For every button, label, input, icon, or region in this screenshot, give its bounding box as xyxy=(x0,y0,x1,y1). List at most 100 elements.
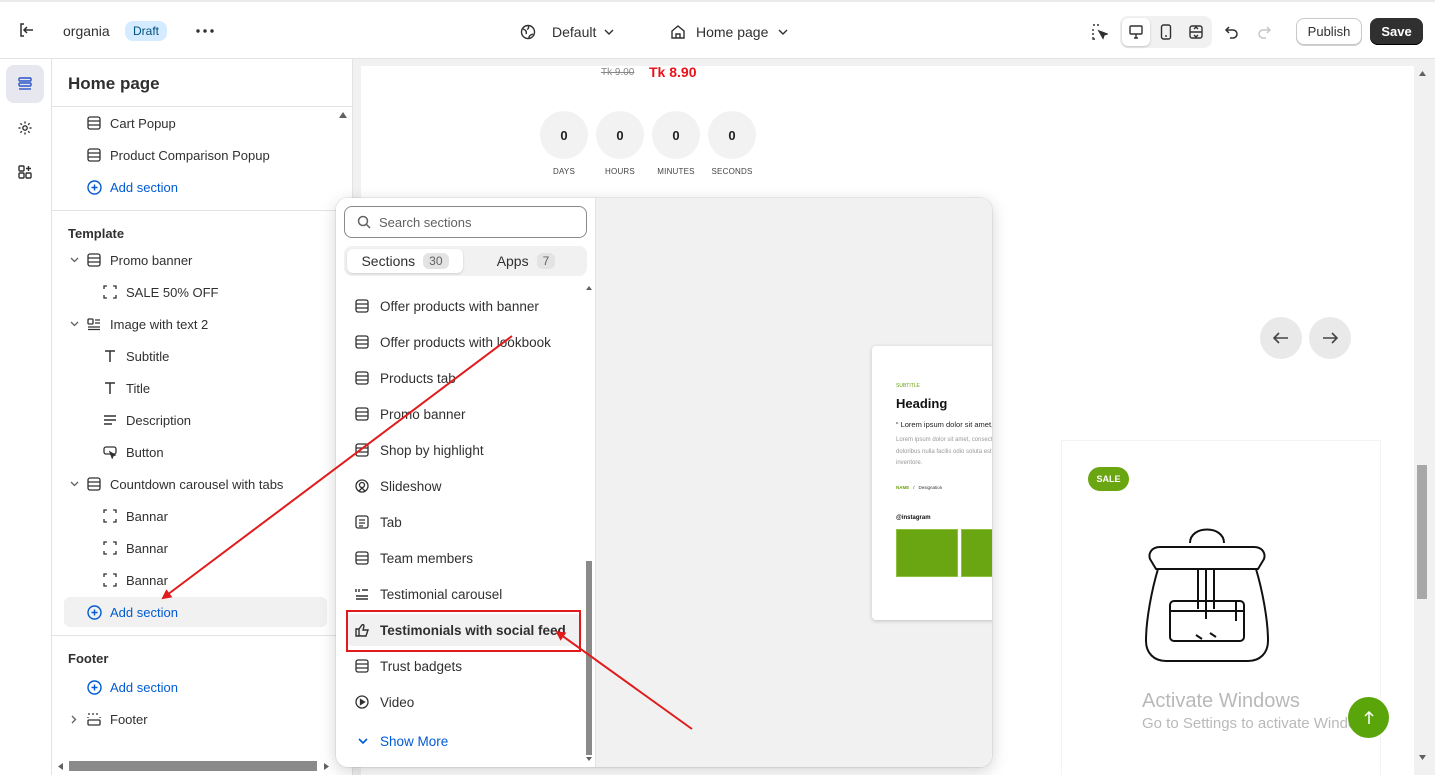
section-countdown-carousel[interactable]: Countdown carousel with tabs xyxy=(86,471,283,497)
instagram-tile xyxy=(961,529,992,577)
scroll-up-icon[interactable] xyxy=(339,112,347,118)
tab-apps[interactable]: Apps 7 xyxy=(468,249,584,273)
scroll-right-icon[interactable] xyxy=(324,763,329,770)
template-add-section-button[interactable]: Add section xyxy=(64,597,327,627)
template-heading: Template xyxy=(68,226,125,241)
save-button[interactable]: Save xyxy=(1370,18,1423,45)
carousel-next-button[interactable] xyxy=(1309,317,1351,359)
chevron-down-icon[interactable] xyxy=(68,318,80,330)
preview-author-name: NAME xyxy=(896,485,910,490)
block-label: SALE 50% OFF xyxy=(126,284,219,300)
section-icon xyxy=(354,658,370,674)
scroll-down-icon[interactable] xyxy=(1419,755,1426,760)
carousel-prev-button[interactable] xyxy=(1260,317,1302,359)
section-promo-banner[interactable]: Promo banner xyxy=(86,247,192,273)
section-footer[interactable]: Footer xyxy=(86,706,148,732)
countdown-label: SECONDS xyxy=(711,167,753,176)
scrollbar-thumb[interactable] xyxy=(1417,465,1427,599)
chevron-down-icon[interactable] xyxy=(68,254,80,266)
footer-add-section-button[interactable]: Add section xyxy=(86,674,178,700)
section-option[interactable]: Slideshow xyxy=(346,470,582,502)
apps-icon[interactable] xyxy=(6,153,44,191)
section-option[interactable]: Video xyxy=(346,686,582,718)
tab-label: Apps xyxy=(496,253,529,269)
slideshow-icon xyxy=(354,478,370,494)
block-description[interactable]: Description xyxy=(102,407,191,433)
chevron-down-icon[interactable] xyxy=(68,478,80,490)
section-label: Promo banner xyxy=(110,252,193,268)
chevron-right-icon[interactable] xyxy=(68,713,80,725)
section-option[interactable]: Products tab xyxy=(346,362,582,394)
scrollbar-thumb[interactable] xyxy=(69,761,317,771)
chevron-down-icon xyxy=(778,29,788,35)
section-option[interactable]: Trust badgets xyxy=(346,650,582,682)
search-sections-input[interactable] xyxy=(379,214,569,230)
section-option[interactable]: Shop by highlight xyxy=(346,434,582,466)
block-bannar[interactable]: Bannar xyxy=(102,567,168,593)
scroll-down-icon[interactable] xyxy=(586,757,592,761)
theme-selector[interactable]: Default xyxy=(520,21,614,43)
section-option-label: Trust badgets xyxy=(380,658,463,674)
redo-icon[interactable] xyxy=(1254,22,1274,42)
exit-icon[interactable] xyxy=(16,20,36,40)
inspector-icon[interactable] xyxy=(1090,22,1110,42)
block-bannar[interactable]: Bannar xyxy=(102,503,168,529)
back-to-top-button[interactable] xyxy=(1348,697,1389,738)
block-bannar[interactable]: Bannar xyxy=(102,535,168,561)
popover-scrollbar[interactable] xyxy=(586,286,594,761)
more-icon[interactable] xyxy=(193,21,217,41)
settings-icon[interactable] xyxy=(6,109,44,147)
section-option[interactable]: Offer products with banner xyxy=(346,290,582,322)
section-icon xyxy=(354,406,370,422)
block-icon xyxy=(102,540,118,556)
section-option[interactable]: Team members xyxy=(346,542,582,574)
section-label: Product Comparison Popup xyxy=(110,147,270,163)
scroll-up-icon[interactable] xyxy=(1419,71,1426,76)
scroll-left-icon[interactable] xyxy=(58,763,63,770)
horizontal-scrollbar[interactable] xyxy=(52,759,352,773)
show-more-button[interactable]: Show More xyxy=(358,729,448,753)
fullscreen-view-button[interactable] xyxy=(1182,18,1210,46)
scrollbar-thumb[interactable] xyxy=(586,561,592,755)
publish-button[interactable]: Publish xyxy=(1296,18,1362,45)
block-label: Description xyxy=(126,412,192,428)
preview-vertical-scrollbar[interactable] xyxy=(1415,66,1429,775)
section-option[interactable]: Promo banner xyxy=(346,398,582,430)
search-sections-field[interactable] xyxy=(344,206,587,238)
block-title[interactable]: Title xyxy=(102,375,150,401)
page-selector[interactable]: Home page xyxy=(670,21,788,43)
section-product-comparison-popup[interactable]: Product Comparison Popup xyxy=(86,142,270,168)
instagram-tile xyxy=(896,529,958,577)
section-option[interactable]: Tab xyxy=(346,506,582,538)
sections-sidebar: Home page Cart Popup Product Comparison … xyxy=(52,59,353,775)
section-image-with-text-2[interactable]: Image with text 2 xyxy=(86,311,208,337)
paragraph-icon xyxy=(102,412,118,428)
add-section-label: Add section xyxy=(110,179,178,195)
tab-sections[interactable]: Sections 30 xyxy=(347,249,463,273)
store-name: organia xyxy=(63,23,110,39)
block-label: Bannar xyxy=(126,508,168,524)
scroll-up-icon[interactable] xyxy=(586,286,592,290)
countdown-label: MINUTES xyxy=(657,167,695,176)
section-option[interactable]: Testimonial carousel xyxy=(346,578,582,610)
section-option-label: Video xyxy=(380,694,415,710)
section-cart-popup[interactable]: Cart Popup xyxy=(86,110,176,136)
section-option[interactable]: Offer products with lookbook xyxy=(346,326,582,358)
sidebar-title: Home page xyxy=(68,74,160,93)
section-icon xyxy=(86,476,102,492)
preview-heading: Heading xyxy=(896,396,948,411)
status-badge: Draft xyxy=(125,21,168,41)
globe-icon xyxy=(520,24,536,40)
block-label: Bannar xyxy=(126,572,168,588)
block-sale-50-off[interactable]: SALE 50% OFF xyxy=(102,279,218,305)
block-button[interactable]: Button xyxy=(102,439,164,465)
block-subtitle[interactable]: Subtitle xyxy=(102,343,169,369)
section-icon xyxy=(354,442,370,458)
sections-icon[interactable] xyxy=(6,65,44,103)
mobile-view-button[interactable] xyxy=(1152,18,1180,46)
desktop-view-button[interactable] xyxy=(1122,18,1150,46)
add-section-button[interactable]: Add section xyxy=(86,174,178,200)
play-icon xyxy=(354,694,370,710)
undo-icon[interactable] xyxy=(1222,22,1242,42)
theme-selector-label: Default xyxy=(552,24,597,40)
